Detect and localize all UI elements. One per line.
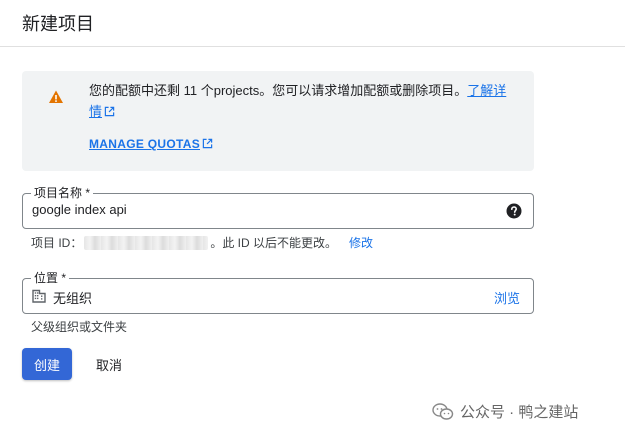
external-link-icon [104, 106, 115, 117]
create-button[interactable]: 创建 [22, 348, 72, 380]
watermark: 公众号 · 鸭之建站 [432, 401, 578, 422]
location-label: 位置 * [31, 271, 70, 285]
organization-icon [32, 289, 46, 303]
manage-quotas-link[interactable]: MANAGE QUOTAS [89, 137, 213, 151]
quota-notice: 您的配额中还剩 11 个projects。您可以请求增加配额或删除项目。了解详情… [22, 71, 534, 171]
edit-project-id-link[interactable]: 修改 [349, 234, 373, 251]
quota-message-text: 您的配额中还剩 11 个projects。您可以请求增加配额或删除项目。 [89, 83, 468, 98]
location-field[interactable]: 位置 * 无组织 浏览 [22, 271, 534, 314]
project-id-value-redacted [84, 235, 209, 250]
project-name-field: 项目名称 * [22, 186, 534, 229]
project-name-input[interactable] [32, 202, 492, 217]
help-icon[interactable] [506, 203, 522, 219]
warning-icon [49, 90, 63, 103]
project-id-prefix: 项目 ID： [31, 236, 83, 250]
page-title: 新建项目 [22, 14, 94, 34]
location-value: 无组织 [53, 291, 93, 306]
external-link-icon [202, 138, 213, 149]
project-name-label: 项目名称 * [31, 186, 94, 200]
watermark-text: 公众号 · 鸭之建站 [460, 404, 579, 421]
location-hint: 父级组织或文件夹 [31, 320, 128, 334]
project-id-row: 项目 ID： 。此 ID 以后不能更改。 修改 [31, 234, 373, 251]
chat-bubble-icon [432, 402, 454, 420]
browse-button[interactable]: 浏览 [494, 288, 520, 307]
quota-message: 您的配额中还剩 11 个projects。您可以请求增加配额或删除项目。了解详情 [89, 80, 519, 122]
cancel-button[interactable]: 取消 [88, 348, 130, 380]
dialog-header: 新建项目 [0, 0, 625, 47]
project-id-suffix: 。此 ID 以后不能更改。 [210, 236, 338, 250]
